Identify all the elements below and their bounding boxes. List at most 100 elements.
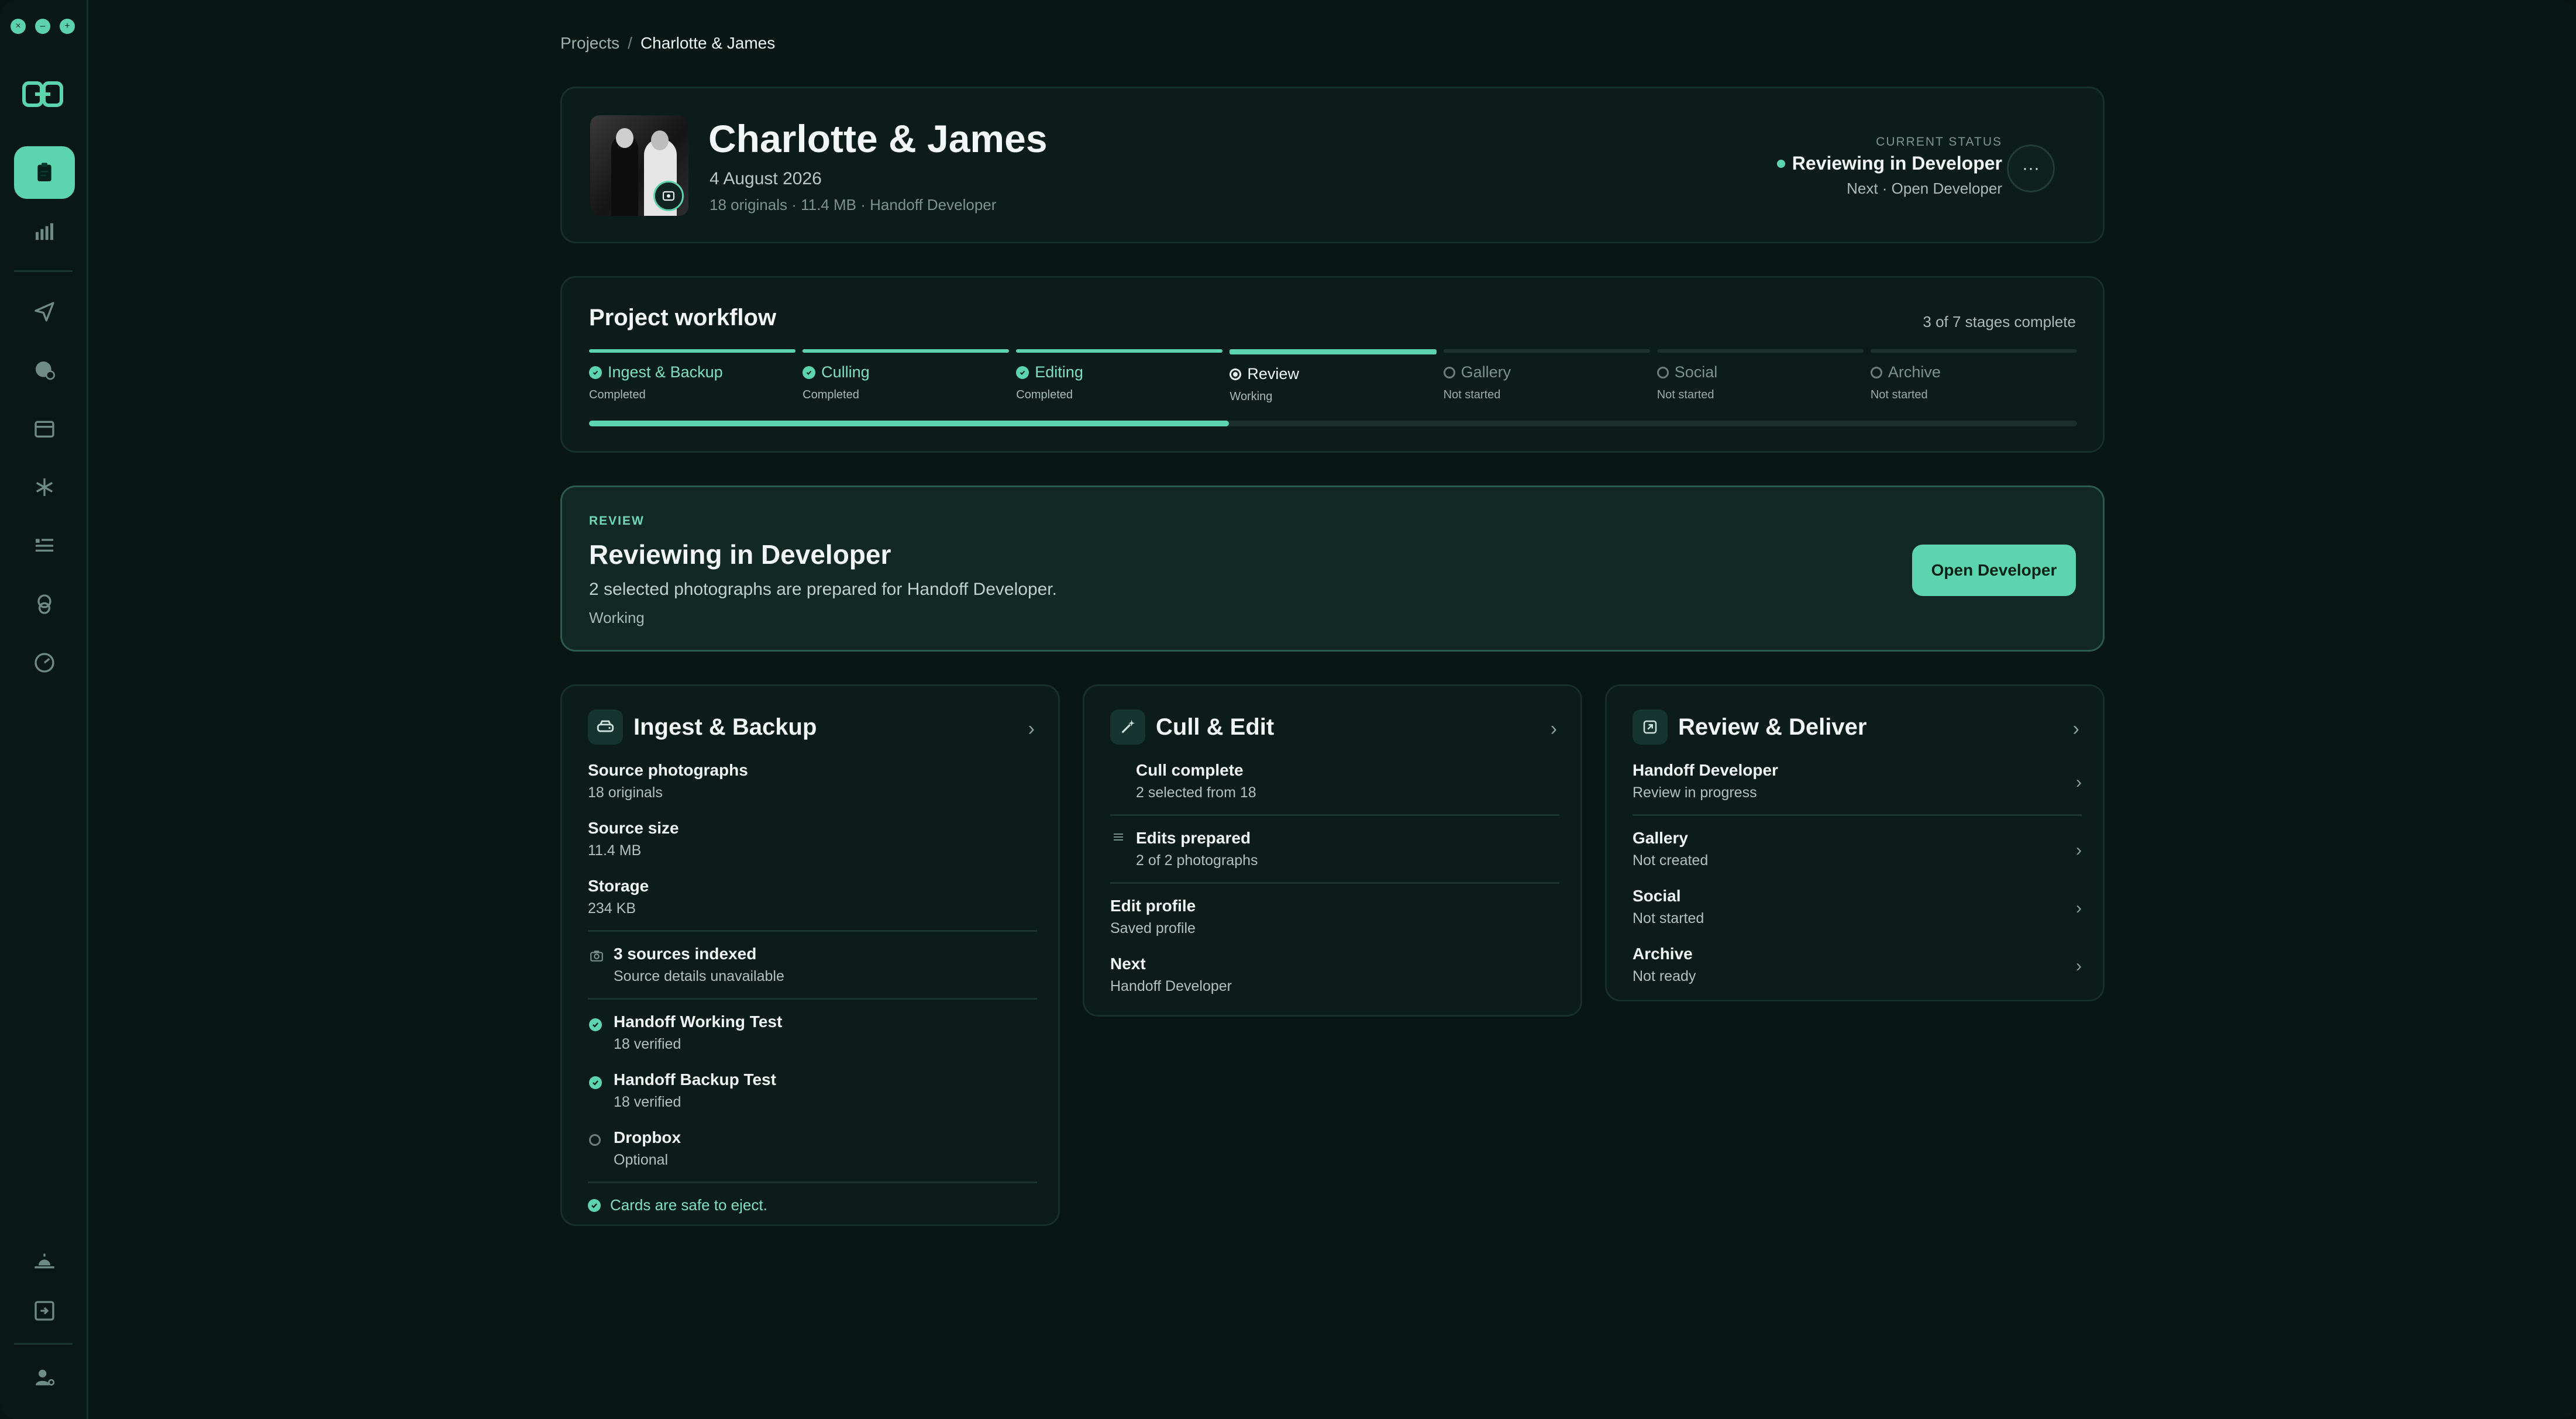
stage-bar <box>1870 349 2077 353</box>
nav-account[interactable] <box>14 1351 75 1404</box>
stage-bar <box>1016 349 1223 353</box>
cull-title: Cull & Edit <box>1156 714 1275 740</box>
row-value: Handoff Developer <box>1110 978 1232 994</box>
stage-name: Review <box>1247 365 1299 383</box>
more-options-button[interactable]: ··· <box>2007 144 2055 192</box>
stage-culling[interactable]: Culling Completed <box>803 349 1010 408</box>
row-label: Handoff Working Test <box>614 1012 783 1031</box>
row-label: Next <box>1110 955 1146 973</box>
thumbnail-figure <box>651 130 669 150</box>
sources-indexed-row: 3 sources indexed Source details unavaila… <box>588 945 1037 985</box>
sidebar-divider <box>14 1343 73 1345</box>
project-workflow-card: Project workflow 3 of 7 stages complete … <box>560 276 2105 453</box>
nav-import[interactable] <box>14 1284 75 1337</box>
gauge-icon <box>35 653 54 673</box>
handoff-developer-row[interactable]: Handoff Developer Review in progress › <box>1633 761 2082 801</box>
row-value: 234 KB <box>588 900 636 917</box>
breadcrumb: Projects / Charlotte & James <box>560 34 775 53</box>
row-value: 2 of 2 photographs <box>1136 852 1258 869</box>
breadcrumb-projects-link[interactable]: Projects <box>560 34 619 52</box>
empty-circle-icon <box>589 1134 601 1146</box>
send-icon <box>35 302 54 322</box>
project-thumbnail[interactable] <box>590 115 688 216</box>
stage-status-icon <box>1443 366 1455 378</box>
row-label: Cull complete <box>1136 761 1244 779</box>
row-value: 18 verified <box>614 1036 681 1052</box>
nav-analytics[interactable] <box>14 205 75 257</box>
chevron-right-icon[interactable]: › <box>1551 718 1557 741</box>
ingest-title: Ingest & Backup <box>633 714 817 740</box>
row-label: Source photographs <box>588 761 748 779</box>
stage-gallery[interactable]: Gallery Not started <box>1443 349 1650 408</box>
deliver-title: Review & Deliver <box>1678 714 1867 740</box>
check-circle-icon <box>589 1018 602 1031</box>
stage-status-icon <box>1230 368 1242 380</box>
workflow-progress-bar <box>589 421 2077 426</box>
project-title: Charlotte & James <box>708 117 1048 160</box>
review-deliver-card[interactable]: Review & Deliver › Handoff Developer Revi… <box>1605 684 2105 1001</box>
clipboard-icon <box>37 163 51 181</box>
status-text: Reviewing in Developer <box>1792 153 2002 174</box>
stage-state: Completed <box>589 388 646 401</box>
stage-bar <box>803 349 1010 353</box>
review-eyebrow: REVIEW <box>589 514 645 528</box>
project-date: 4 August 2026 <box>710 169 822 188</box>
row-label: Dropbox <box>614 1128 681 1146</box>
gallery-row[interactable]: Gallery Not created › <box>1633 829 2082 869</box>
row-label: Social <box>1633 887 1681 905</box>
open-developer-button[interactable]: Open Developer <box>1912 545 2076 596</box>
ingest-backup-card[interactable]: Ingest & Backup › Source photographs 18 o… <box>560 684 1060 1226</box>
nav-sunrise[interactable] <box>14 1234 75 1287</box>
nav-snowflake[interactable] <box>14 461 75 514</box>
row-value: Not ready <box>1633 968 1696 984</box>
nav-quotes[interactable] <box>14 519 75 572</box>
chevron-right-icon[interactable]: › <box>1028 718 1035 741</box>
nav-speed[interactable] <box>14 636 75 689</box>
list-icon <box>1111 830 1125 847</box>
nav-globe[interactable] <box>14 344 75 397</box>
social-row[interactable]: Social Not started › <box>1633 887 2082 927</box>
snowflake-icon <box>36 478 53 496</box>
chevron-right-icon: › <box>2076 898 2082 918</box>
stage-bar <box>1657 349 1864 353</box>
row-value: 18 verified <box>614 1094 681 1110</box>
breadcrumb-current: Charlotte & James <box>640 34 776 52</box>
stage-editing[interactable]: Editing Completed <box>1016 349 1223 408</box>
current-status-value: Reviewing in Developer <box>1776 153 2002 174</box>
stage-name: Editing <box>1035 363 1083 381</box>
cull-edit-card[interactable]: Cull & Edit › Cull complete 2 selected fr… <box>1083 684 1582 1017</box>
sunrise-icon <box>35 1253 54 1269</box>
divider <box>1633 814 2082 816</box>
stage-name: Ingest & Backup <box>608 363 723 381</box>
close-window-button[interactable]: × <box>11 19 26 34</box>
divider <box>1110 882 1559 884</box>
row-label: Handoff Backup Test <box>614 1070 776 1089</box>
stage-state: Completed <box>803 388 859 401</box>
minimize-window-button[interactable]: – <box>35 19 50 34</box>
workflow-count: 3 of 7 stages complete <box>1923 313 2076 330</box>
nav-projects[interactable] <box>14 146 75 199</box>
row-value: Source details unavailable <box>614 968 784 984</box>
edit-profile-row: Edit profile Saved profile <box>1110 897 1559 937</box>
nav-calendar[interactable] <box>14 402 75 455</box>
status-dot-icon <box>1776 159 1785 168</box>
bar-chart-icon <box>36 223 53 240</box>
row-label: Handoff Developer <box>1633 761 1778 779</box>
sidebar: × – + <box>0 0 88 1419</box>
stage-bar <box>1443 349 1650 353</box>
nav-send[interactable] <box>14 285 75 338</box>
stage-social[interactable]: Social Not started <box>1657 349 1864 408</box>
stage-review[interactable]: Review Working <box>1230 349 1437 408</box>
stage-ingest-backup[interactable]: Ingest & Backup Completed <box>589 349 796 408</box>
divider <box>588 1182 1037 1183</box>
stage-state: Working <box>1230 390 1273 403</box>
chevron-right-icon[interactable]: › <box>2073 718 2079 741</box>
divider <box>588 998 1037 1000</box>
archive-row[interactable]: Archive Not ready › <box>1633 945 2082 985</box>
nav-shapes[interactable] <box>14 578 75 631</box>
stage-archive[interactable]: Archive Not started <box>1870 349 2077 408</box>
check-circle-icon <box>589 1076 602 1089</box>
zoom-window-button[interactable]: + <box>60 19 75 34</box>
workflow-title: Project workflow <box>589 305 777 330</box>
stage-bar <box>1230 349 1437 354</box>
